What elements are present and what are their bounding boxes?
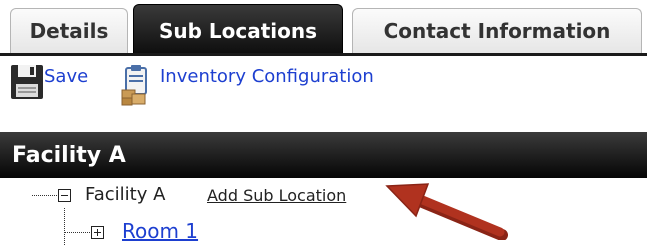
tab-details-label: Details xyxy=(29,19,109,43)
tab-sub-locations-label: Sub Locations xyxy=(158,18,318,43)
save-button[interactable]: Save xyxy=(10,62,88,102)
tab-sub-locations[interactable]: Sub Locations xyxy=(133,4,343,56)
clipboard-boxes-icon xyxy=(120,62,150,106)
save-label: Save xyxy=(44,66,89,87)
tree-node-room-1-link[interactable]: Room 1 xyxy=(122,219,198,243)
toolbar: Save Inventory Configuration xyxy=(0,56,647,116)
location-tree: Facility A Add Sub Location Room 1 xyxy=(0,178,647,245)
tree-node-root-label[interactable]: Facility A xyxy=(85,184,165,205)
collapse-icon[interactable] xyxy=(58,189,71,202)
tree-branch-line xyxy=(64,208,65,245)
section-title: Facility A xyxy=(12,142,126,168)
add-sub-location-link[interactable]: Add Sub Location xyxy=(207,186,346,205)
tab-contact-information-label: Contact Information xyxy=(383,19,611,43)
tab-bar: Details Sub Locations Contact Informatio… xyxy=(0,0,647,56)
tab-details[interactable]: Details xyxy=(10,8,128,53)
inventory-configuration-label: Inventory Configuration xyxy=(160,66,374,87)
expand-icon[interactable] xyxy=(91,226,104,239)
floppy-disk-icon xyxy=(10,62,44,102)
section-header: Facility A xyxy=(0,132,647,178)
tree-connector xyxy=(32,195,57,196)
tab-contact-information[interactable]: Contact Information xyxy=(352,8,642,53)
tree-connector xyxy=(64,232,90,233)
inventory-configuration-button[interactable]: Inventory Configuration xyxy=(120,62,374,106)
annotation-arrow-icon xyxy=(384,180,509,244)
